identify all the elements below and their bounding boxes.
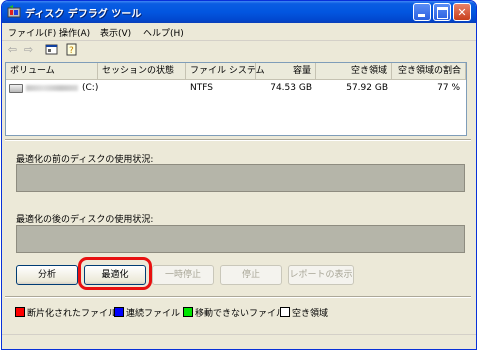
legend-label: 移動できないファイル	[195, 309, 286, 319]
back-arrow-icon[interactable]: ⇦	[6, 43, 19, 56]
legend-swatch-red	[15, 307, 25, 317]
svg-text:?: ?	[69, 46, 74, 56]
minimize-button[interactable]	[413, 3, 431, 21]
column-free-space[interactable]: 空き領域	[316, 63, 392, 79]
help-icon[interactable]: ?	[65, 43, 78, 56]
divider	[5, 296, 471, 298]
legend-swatch-green	[183, 307, 193, 317]
volume-free: 57.92 GB	[346, 83, 388, 93]
volume-capacity: 74.53 GB	[270, 83, 312, 93]
maximize-button[interactable]	[433, 3, 451, 21]
divider	[5, 139, 471, 141]
console-icon[interactable]	[45, 43, 58, 56]
minimize-icon	[418, 14, 425, 17]
menu-file[interactable]: ファイル(F)	[8, 26, 56, 39]
maximize-icon	[437, 7, 448, 19]
volume-percent: 77 %	[437, 83, 460, 93]
volume-filesystem: NTFS	[190, 83, 213, 93]
legend-label: 空き領域	[292, 309, 329, 319]
highlight-circle	[78, 257, 152, 290]
after-usage-label: 最適化の後のディスクの使用状況:	[16, 215, 154, 225]
volume-list: ボリューム セッションの状態 ファイル システム 容量 空き領域 空き領域の割合…	[5, 62, 467, 136]
close-icon: ✕	[457, 6, 467, 19]
legend-swatch-white	[280, 307, 290, 317]
after-usage-bar	[16, 225, 465, 253]
blurred-volume-name	[26, 85, 78, 91]
column-volume[interactable]: ボリューム	[6, 63, 98, 79]
legend-label: 連続ファイル	[126, 309, 181, 319]
menu-action[interactable]: 操作(A)	[59, 26, 90, 39]
volume-row[interactable]: (C:) NTFS 74.53 GB 57.92 GB 77 %	[6, 81, 466, 95]
before-usage-bar	[16, 164, 465, 192]
close-button[interactable]: ✕	[453, 3, 471, 21]
defrag-app-icon	[7, 5, 21, 18]
drive-icon	[9, 84, 23, 93]
stop-button[interactable]: 停止	[220, 265, 282, 285]
column-capacity[interactable]: 容量	[256, 63, 316, 79]
volume-list-header: ボリューム セッションの状態 ファイル システム 容量 空き領域 空き領域の割合	[6, 63, 466, 80]
column-free-percent[interactable]: 空き領域の割合	[392, 63, 466, 79]
menu-help[interactable]: ヘルプ(H)	[143, 26, 184, 39]
title-bar[interactable]: ディスク デフラグ ツール ✕	[2, 1, 476, 23]
menu-view[interactable]: 表示(V)	[100, 26, 131, 39]
volume-letter: (C:)	[82, 83, 99, 93]
status-bar	[2, 334, 476, 349]
pause-button[interactable]: 一時停止	[152, 265, 214, 285]
defrag-window: ディスク デフラグ ツール ✕ ファイル(F) 操作(A) 表示(V) ヘルプ(…	[1, 0, 477, 350]
toolbar: ⇦ ⇨ ?	[2, 41, 476, 58]
column-session-status[interactable]: セッションの状態	[98, 63, 186, 79]
window-title: ディスク デフラグ ツール	[25, 9, 142, 20]
forward-arrow-icon[interactable]: ⇨	[22, 43, 35, 56]
legend-label: 断片化されたファイル	[27, 309, 118, 319]
report-button[interactable]: レポートの表示	[288, 265, 354, 285]
menu-bar: ファイル(F) 操作(A) 表示(V) ヘルプ(H)	[2, 23, 476, 41]
legend-swatch-blue	[114, 307, 124, 317]
analyze-button[interactable]: 分析	[16, 265, 78, 285]
column-file-system[interactable]: ファイル システム	[186, 63, 265, 79]
